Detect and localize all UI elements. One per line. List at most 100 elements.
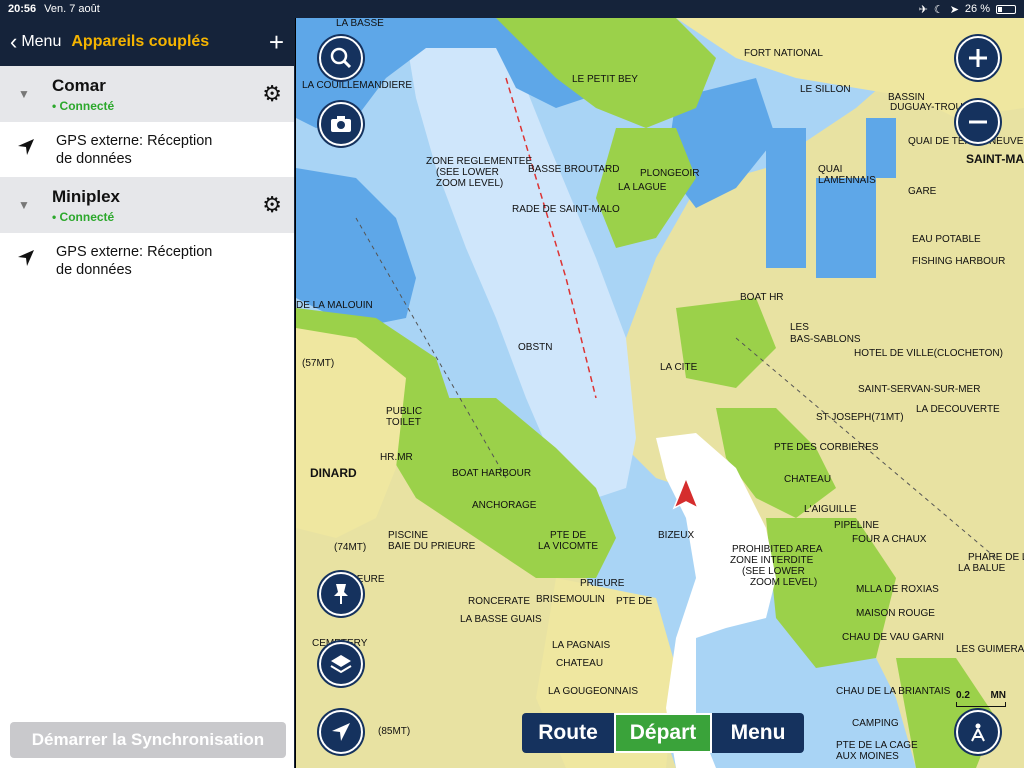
map-label: CHAU DE LA BRIANTAIS (836, 686, 951, 697)
status-time: 20:56 (8, 3, 37, 15)
scale-value: 0.2 (956, 690, 970, 701)
plus-icon (969, 49, 987, 67)
gear-icon[interactable]: ⚙ (262, 81, 282, 107)
map-label: AUX MOINES (836, 751, 899, 762)
scale-bar: 0.2 MN (956, 690, 1006, 707)
map-label: CHATEAU (784, 474, 832, 485)
map-label: SAINT-MA (966, 152, 1024, 166)
map-label: PTE DE LA CAGE (836, 740, 918, 751)
collapse-triangle-icon[interactable]: ▼ (18, 198, 52, 212)
map-label: LA BASSE (336, 18, 384, 29)
route-button[interactable]: Route (522, 713, 614, 753)
device-detail-row[interactable]: GPS externe: Réception de données (0, 233, 294, 288)
map-label: PLONGEOIR (640, 168, 700, 179)
layers-icon (330, 655, 352, 674)
device-detail-line: de données (56, 261, 132, 278)
map-label: LA BALUE (958, 563, 1006, 574)
map-label: EAU POTABLE (912, 234, 981, 245)
map-label: DE LA MALOUIN (296, 300, 373, 311)
navigation-arrow-icon (16, 248, 56, 273)
device-detail-line: GPS externe: Réception (56, 132, 213, 149)
add-device-button[interactable]: + (269, 27, 284, 58)
map-label: RADE DE SAINT-MALO (512, 204, 620, 215)
locate-button[interactable] (319, 710, 363, 754)
map-label: DINARD (310, 466, 357, 480)
nav-bar: ‹ Menu Appareils couplés + (0, 18, 294, 66)
collapse-triangle-icon[interactable]: ▼ (18, 87, 52, 101)
map-label: ZOOM LEVEL) (750, 577, 818, 588)
map-label: FOUR A CHAUX (852, 534, 927, 545)
map-label: LE SILLON (800, 84, 851, 95)
map-label: FORT NATIONAL (744, 48, 823, 59)
device-status: • Connecté (52, 98, 115, 113)
camera-button[interactable] (319, 102, 363, 146)
map-label: L'AIGUILLE (804, 504, 857, 515)
map-label: CHATEAU (556, 658, 604, 669)
map-label: LA DECOUVERTE (916, 404, 1000, 415)
map-label: FISHING HARBOUR (912, 256, 1006, 267)
gear-icon[interactable]: ⚙ (262, 192, 282, 218)
moon-icon: ☾ (933, 3, 944, 16)
device-detail-line: GPS externe: Réception (56, 243, 213, 260)
map-label: CHAU DE VAU GARNI (842, 632, 945, 643)
layers-button[interactable] (319, 642, 363, 686)
device-name: Comar (52, 75, 106, 95)
start-sync-button[interactable]: Démarrer la Synchronisation (10, 722, 286, 758)
map-label: ST JOSEPH(71MT) (816, 412, 904, 423)
map-label: LA LAGUE (618, 182, 667, 193)
device-header-comar[interactable]: ▼ Comar • Connecté ⚙ (0, 66, 294, 122)
pin-icon (334, 584, 348, 604)
airplane-icon: ✈ (918, 3, 928, 16)
map-label: PIPELINE (834, 520, 880, 531)
map-label: PTE DE (550, 530, 587, 541)
map-label: GARE (908, 186, 937, 197)
depart-button[interactable]: Départ (614, 713, 712, 753)
map-label: BIZEUX (658, 530, 695, 541)
map-label: LA CITE (660, 362, 698, 373)
status-date: Ven. 7 août (44, 3, 100, 15)
minus-icon (969, 120, 987, 124)
map-label: MAISON ROUGE (856, 608, 935, 619)
map-label: HR.MR (380, 452, 413, 463)
map-label: ANCHORAGE (472, 500, 537, 511)
zoom-out-button[interactable] (956, 100, 1000, 144)
device-detail-line: de données (56, 150, 132, 167)
device-header-miniplex[interactable]: ▼ Miniplex • Connecté ⚙ (0, 177, 294, 233)
back-button[interactable]: ‹ Menu (10, 31, 61, 53)
scale-unit: MN (990, 690, 1006, 701)
camera-icon (331, 116, 351, 132)
menu-button[interactable]: Menu (712, 713, 804, 753)
map-label: LES GUIMERAIS (956, 644, 1024, 655)
navigation-arrow-icon (332, 723, 350, 741)
zoom-in-button[interactable] (956, 36, 1000, 80)
map-label: BAS-SABLONS (790, 334, 861, 345)
location-icon: ➤ (949, 3, 959, 16)
search-button[interactable] (319, 36, 363, 80)
nautical-chart[interactable]: LA BASSE LA COUILLEMANDIERE FORT NATIONA… (296, 18, 1024, 768)
compass-icon (971, 723, 985, 742)
map-label: PROHIBITED AREA (732, 544, 823, 555)
compass-button[interactable] (956, 710, 1000, 754)
map-label: PRIEURE (580, 578, 625, 589)
status-bar: 20:56 Ven. 7 août ✈ ☾ ➤ 26 % (0, 0, 1024, 18)
map-label: RONCERATE (468, 596, 531, 607)
map-label: LA COUILLEMANDIERE (302, 80, 413, 91)
device-name: Miniplex (52, 186, 121, 206)
map-label: HOTEL DE VILLE(CLOCHETON) (854, 348, 1003, 359)
map-label: LA VICOMTE (538, 541, 599, 552)
device-detail-row[interactable]: GPS externe: Réception de données (0, 122, 294, 177)
map-label: LA PAGNAIS (552, 640, 611, 651)
map-label: (57MT) (302, 358, 335, 369)
map-label: (85MT) (378, 726, 411, 737)
map-label: PHARE DE L (968, 552, 1024, 563)
pin-button[interactable] (319, 572, 363, 616)
map-label: LE PETIT BEY (572, 74, 638, 85)
map-label: PTE DES CORBIERES (774, 442, 879, 453)
bottom-action-bar: Route Départ Menu (522, 713, 804, 753)
map-label: (74MT) (334, 542, 367, 553)
battery-percent: 26 % (964, 3, 990, 15)
map-label: LA GOUGEONNAIS (548, 686, 639, 697)
map-label: PUBLIC (386, 406, 423, 417)
map-label: BAIE DU PRIEURE (388, 541, 476, 552)
map-label: BRISEMOULIN (536, 594, 605, 605)
